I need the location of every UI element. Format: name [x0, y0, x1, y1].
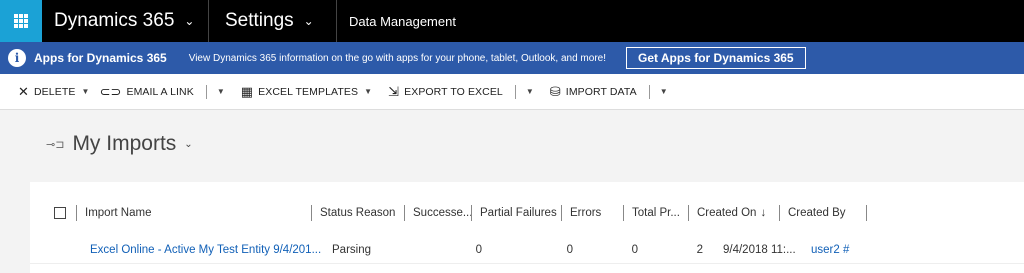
app-launcher-button[interactable]	[0, 0, 42, 42]
created-on-label: Created On	[697, 207, 757, 219]
app-switcher[interactable]: Dynamics 365 ⌄	[42, 0, 209, 42]
settings-label: Settings	[225, 10, 294, 31]
column-header-successes[interactable]: Successe...	[405, 203, 471, 223]
info-icon: i	[8, 49, 26, 67]
chevron-down-icon: ▼	[81, 87, 90, 96]
column-header-created-by[interactable]: Created By	[780, 203, 866, 223]
page-title: My Imports	[72, 132, 177, 155]
email-link-button[interactable]: ⊂⊃ EMAIL A LINK	[99, 84, 193, 100]
successes-cell: 0	[475, 243, 482, 256]
status-reason-cell: Parsing	[332, 243, 371, 256]
errors-cell: 0	[631, 243, 638, 256]
command-bar: ✕ DELETE ▼ ⊂⊃ EMAIL A LINK ▼ ▦ EXCEL TEM…	[0, 74, 1024, 110]
column-header-import-name[interactable]: Import Name	[77, 203, 311, 223]
excel-templates-button[interactable]: ▦ EXCEL TEMPLATES ▼	[241, 84, 372, 100]
table-row[interactable]: Excel Online - Active My Test Entity 9/4…	[30, 236, 1024, 264]
chevron-down-icon: ▼	[364, 87, 373, 96]
column-header-total[interactable]: Total Pr...	[624, 203, 688, 223]
app-name: Dynamics 365	[54, 10, 175, 31]
created-by-link[interactable]: user2 #	[811, 244, 891, 256]
chevron-down-icon: ⌄	[303, 14, 314, 28]
grid-header: Import Name Status Reason Successe... Pa…	[30, 196, 1024, 230]
delete-button[interactable]: ✕ DELETE ▼	[18, 84, 89, 100]
column-header-errors[interactable]: Errors	[562, 203, 623, 223]
import-data-label: IMPORT DATA	[565, 85, 637, 98]
email-link-label: EMAIL A LINK	[126, 85, 194, 98]
settings-nav[interactable]: Settings ⌄	[209, 0, 337, 42]
export-excel-label: EXPORT TO EXCEL	[404, 85, 503, 98]
column-divider	[866, 205, 867, 221]
divider	[514, 84, 516, 99]
export-icon: ⇲	[388, 83, 400, 99]
created-on-cell: 9/4/2018 11:...	[723, 243, 796, 256]
chevron-down-icon: ⌄	[184, 14, 195, 28]
sort-down-icon: ↓	[760, 207, 767, 219]
divider	[648, 84, 650, 99]
import-icon: ⛁	[549, 83, 561, 99]
column-header-partial-failures[interactable]: Partial Failures	[472, 203, 561, 223]
breadcrumb-area[interactable]: Data Management	[337, 0, 468, 42]
get-apps-button[interactable]: Get Apps for Dynamics 365	[626, 47, 806, 69]
link-icon: ⊂⊃	[99, 83, 122, 99]
import-data-dropdown[interactable]: ▼	[660, 87, 668, 96]
view-selector[interactable]: ⊸⊐ My Imports ⌄	[46, 132, 193, 156]
waffle-icon	[14, 14, 28, 28]
banner-text: View Dynamics 365 information on the go …	[188, 52, 606, 64]
delete-label: DELETE	[34, 85, 76, 98]
import-data-button[interactable]: ⛁ IMPORT DATA	[550, 84, 637, 100]
partial-failures-cell: 0	[566, 243, 573, 256]
export-excel-button[interactable]: ⇲ EXPORT TO EXCEL	[388, 84, 503, 100]
export-excel-dropdown[interactable]: ▼	[526, 87, 534, 96]
email-link-dropdown[interactable]: ▼	[217, 87, 225, 96]
column-header-status-reason[interactable]: Status Reason	[312, 203, 404, 223]
excel-templates-label: EXCEL TEMPLATES	[258, 85, 359, 98]
close-x-icon: ✕	[18, 83, 29, 99]
import-name-link[interactable]: Excel Online - Active My Test Entity 9/4…	[90, 244, 332, 256]
top-nav-bar: Dynamics 365 ⌄ Settings ⌄ Data Managemen…	[0, 0, 1024, 42]
select-all-checkbox[interactable]	[54, 207, 66, 219]
imports-grid: Import Name Status Reason Successe... Pa…	[30, 182, 1024, 273]
banner-title: Apps for Dynamics 365	[34, 51, 167, 65]
divider	[205, 84, 207, 99]
column-header-created-on[interactable]: Created On ↓	[689, 203, 779, 223]
total-cell: 2	[696, 243, 703, 256]
excel-icon: ▦	[240, 83, 254, 99]
area-label: Data Management	[349, 13, 456, 29]
pin-icon[interactable]: ⊸⊐	[46, 138, 64, 151]
apps-banner: i Apps for Dynamics 365 View Dynamics 36…	[0, 42, 1024, 74]
chevron-down-icon: ⌄	[184, 138, 193, 150]
